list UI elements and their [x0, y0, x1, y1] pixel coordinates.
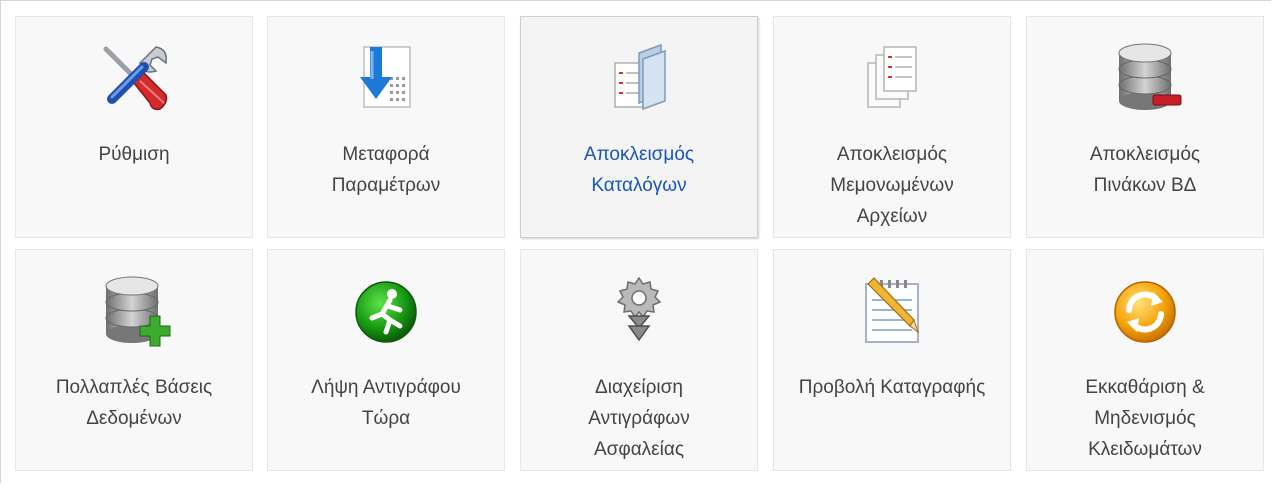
tile-label: Εκκαθάριση & Μηδενισμός Κλειδωμάτων [1085, 377, 1205, 460]
files-exclude-icon [852, 37, 932, 117]
unblock-reset-icon [1105, 270, 1185, 350]
database-add-icon [94, 270, 174, 350]
control-panel: Ρύθμιση Μεταφορά Παραμέτρων Αποκλεισμός … [0, 0, 1271, 483]
tile-label: Πολλαπλές Βάσεις Δεδομένων [55, 377, 213, 429]
tile-view-log[interactable]: Προβολή Καταγραφής [773, 249, 1011, 471]
tile-label: Ρύθμιση [98, 144, 170, 165]
view-log-icon [852, 270, 932, 350]
tile-unblock-reset[interactable]: Εκκαθάριση & Μηδενισμός Κλειδωμάτων [1026, 249, 1264, 471]
tile-label: Λήψη Αντιγράφου Τώρα [311, 377, 461, 429]
import-config-icon [346, 37, 426, 117]
tile-manage-backups[interactable]: Διαχείριση Αντιγράφων Ασφαλείας [520, 249, 758, 471]
tile-label: Διαχείριση Αντιγράφων Ασφαλείας [588, 377, 690, 460]
backup-now-icon [346, 270, 426, 350]
tools-icon [94, 37, 174, 117]
folder-exclude-icon [599, 37, 679, 117]
tile-label: Αποκλεισμός Πινάκων ΒΔ [1089, 144, 1201, 196]
tile-multiple-databases[interactable]: Πολλαπλές Βάσεις Δεδομένων [15, 249, 253, 471]
tile-backup-now[interactable]: Λήψη Αντιγράφου Τώρα [267, 249, 505, 471]
tile-import-config[interactable]: Μεταφορά Παραμέτρων [267, 16, 505, 238]
tile-db-table-exclusion[interactable]: Αποκλεισμός Πινάκων ΒΔ [1026, 16, 1264, 238]
tile-file-exclusion[interactable]: Αποκλεισμός Μεμονωμένων Αρχείων [773, 16, 1011, 238]
database-exclude-icon [1105, 37, 1185, 117]
manage-backups-icon [599, 270, 679, 350]
tile-label: Αποκλεισμός Καταλόγων [583, 144, 695, 196]
tile-label: Μεταφορά Παραμέτρων [331, 144, 441, 196]
tile-label: Αποκλεισμός Μεμονωμένων Αρχείων [830, 144, 954, 227]
tile-label: Προβολή Καταγραφής [798, 377, 986, 398]
tile-directory-exclusion[interactable]: Αποκλεισμός Καταλόγων [520, 16, 758, 238]
tile-configuration[interactable]: Ρύθμιση [15, 16, 253, 238]
